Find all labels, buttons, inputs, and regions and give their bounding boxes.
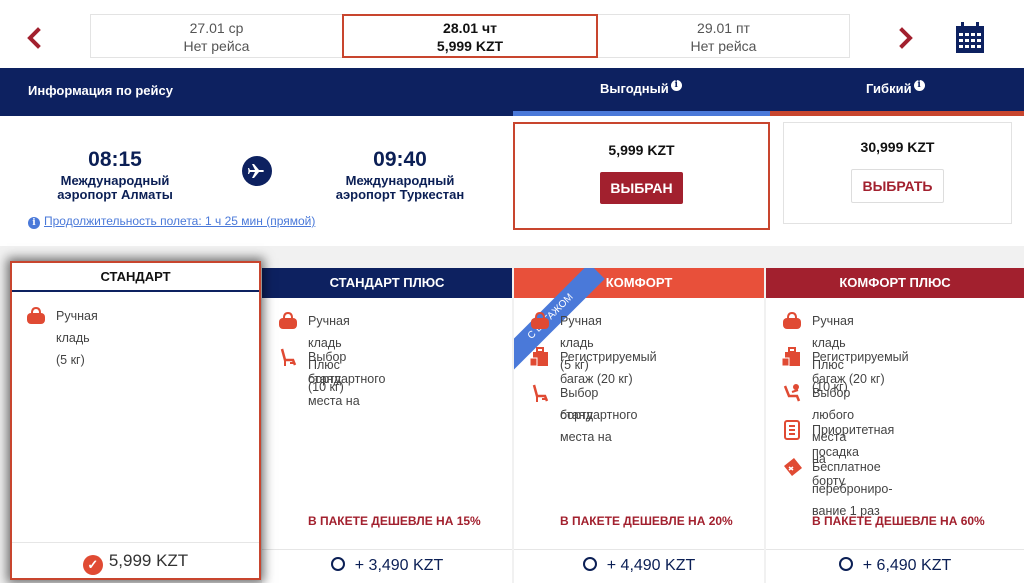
package-card-comfort-plus[interactable]: КОМФОРТ ПЛЮС Ручная кладь Плюс (10 кг) Р…: [766, 268, 1024, 583]
tab-vygodny-underline: [513, 111, 770, 116]
priority-boarding-icon: [780, 419, 804, 441]
package-discount: В ПАКЕТЕ ДЕШЕВЛЕ НА 15%: [308, 514, 481, 528]
flight-duration-text: Продолжительность полета: 1 ч 25 мин (пр…: [44, 214, 316, 228]
seat-icon: [276, 346, 300, 368]
package-card-standard-plus[interactable]: СТАНДАРТ ПЛЮС Ручная кладь Плюс (10 кг) …: [262, 268, 512, 583]
date-selector: 27.01 ср Нет рейса 28.01 чт 5,999 KZT 29…: [0, 0, 1024, 68]
package-discount: В ПАКЕТЕ ДЕШЕВЛЕ НА 60%: [812, 514, 985, 528]
date-cell-active[interactable]: 28.01 чт 5,999 KZT: [342, 14, 598, 58]
radio-button[interactable]: [330, 557, 345, 571]
package-price: + 6,490 KZT: [862, 557, 952, 574]
fare-price: 30,999 KZT: [860, 139, 935, 155]
departure-airport-line2: аэропорт Алматы: [57, 187, 173, 202]
flight-info-title: Информация по рейсу: [28, 83, 173, 98]
radio-button[interactable]: [582, 557, 597, 571]
date-status: Нет рейса: [183, 38, 250, 54]
package-price-selected[interactable]: ✓ 5,999 KZT: [12, 542, 259, 578]
checked-baggage-icon: [528, 346, 552, 368]
feature-text: борту: [560, 408, 593, 422]
checked-baggage-icon: [780, 346, 804, 368]
package-title: КОМФОРТ ПЛЮС: [766, 268, 1024, 298]
prev-date-arrow-icon[interactable]: [24, 26, 44, 50]
booking-page: 27.01 ср Нет рейса 28.01 чт 5,999 KZT 29…: [0, 0, 1024, 583]
info-icon: i: [28, 217, 40, 229]
fare-header-bar: Информация по рейсу Выгодный i Гибкий i: [0, 68, 1024, 116]
tab-gibky-underline: [770, 111, 1024, 116]
fare-price: 5,999 KZT: [608, 142, 675, 158]
radio-button[interactable]: [838, 557, 853, 571]
rebooking-ticket-icon: [780, 456, 804, 478]
package-price-radio[interactable]: + 4,490 KZT: [514, 549, 764, 583]
hand-luggage-icon: [528, 310, 552, 332]
info-icon[interactable]: i: [913, 80, 925, 91]
package-price-radio[interactable]: + 6,490 KZT: [766, 549, 1024, 583]
info-icon[interactable]: i: [670, 80, 682, 91]
calendar-icon[interactable]: [955, 22, 985, 54]
date-label: 29.01 пт: [697, 20, 750, 36]
date-label: 28.01 чт: [443, 20, 497, 36]
arrival-time: 09:40: [373, 148, 427, 171]
fare-card-gibky[interactable]: 30,999 KZT ВЫБРАТЬ: [783, 122, 1012, 224]
package-card-standard[interactable]: СТАНДАРТ Ручная кладь (5 кг) ✓ 5,999 KZT: [10, 261, 261, 580]
arrival-airport-line2: аэропорт Туркестан: [335, 187, 465, 202]
package-price-radio[interactable]: + 3,490 KZT: [262, 549, 512, 583]
select-button[interactable]: ВЫБРАТЬ: [851, 169, 944, 203]
feature-text: борту: [308, 372, 341, 386]
arrival-airport: Международный аэропорт Туркестан: [310, 174, 490, 202]
next-date-arrow-icon[interactable]: [896, 26, 916, 50]
flight-info: 08:15 Международный аэропорт Алматы 09:4…: [0, 116, 513, 246]
hand-luggage-icon: [276, 310, 300, 332]
tab-vygodny-label: Выгодный: [600, 81, 669, 96]
date-label: 27.01 ср: [189, 20, 244, 36]
departure-airport-line1: Международный: [60, 173, 170, 188]
hand-luggage-icon: [24, 305, 48, 327]
fare-card-vygodny[interactable]: 5,999 KZT ВЫБРАН: [513, 122, 770, 230]
package-title: СТАНДАРТ: [12, 263, 259, 292]
package-title: КОМФОРТ: [514, 268, 764, 298]
tab-gibky-label: Гибкий: [866, 81, 912, 96]
package-title: СТАНДАРТ ПЛЮС: [262, 268, 512, 298]
package-discount: В ПАКЕТЕ ДЕШЕВЛЕ НА 20%: [560, 514, 733, 528]
date-cell-prev[interactable]: 27.01 ср Нет рейса: [90, 14, 342, 58]
date-status: Нет рейса: [690, 38, 757, 54]
departure-airport: Международный аэропорт Алматы: [30, 174, 200, 202]
package-price: 5,999 KZT: [108, 551, 189, 570]
flight-duration-link[interactable]: i Продолжительность полета: 1 ч 25 мин (п…: [28, 214, 315, 229]
checkmark-icon: ✓: [82, 555, 103, 575]
package-card-comfort[interactable]: КОМФОРТ С БАГАЖОМ Ручная кладь (5 кг) Ре…: [514, 268, 764, 583]
date-cell-next[interactable]: 29.01 пт Нет рейса: [598, 14, 850, 58]
any-seat-icon: [780, 382, 804, 404]
airplane-icon: [242, 156, 272, 186]
feature-text: Бесплатное: [812, 460, 881, 474]
feature-text: Ручная кладь (5 кг): [56, 309, 98, 367]
package-price: + 3,490 KZT: [354, 557, 444, 574]
tab-gibky[interactable]: Гибкий i: [866, 80, 925, 96]
seat-icon: [528, 382, 552, 404]
hand-luggage-icon: [780, 310, 804, 332]
tab-vygodny[interactable]: Выгодный i: [600, 80, 682, 96]
date-price: 5,999 KZT: [436, 38, 504, 54]
arrival-airport-line1: Международный: [345, 173, 455, 188]
package-price: + 4,490 KZT: [606, 557, 696, 574]
selected-button[interactable]: ВЫБРАН: [600, 172, 683, 204]
departure-time: 08:15: [88, 148, 142, 171]
